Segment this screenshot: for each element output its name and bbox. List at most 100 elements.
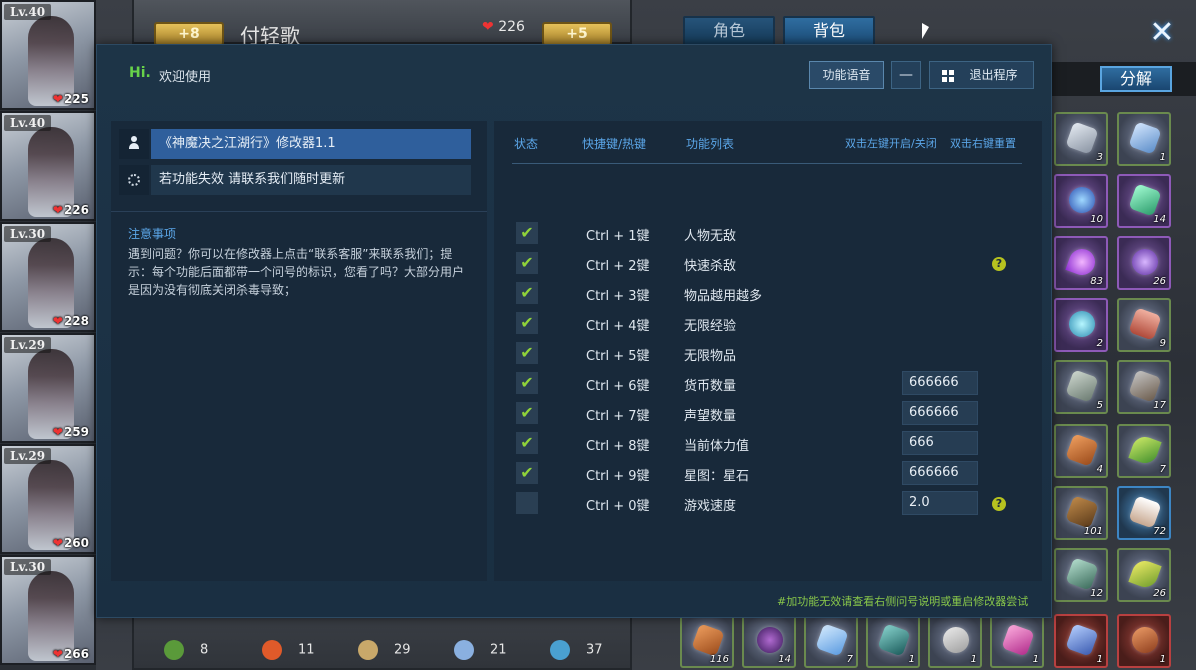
logs-icon xyxy=(1065,369,1099,403)
flower-icon xyxy=(1128,557,1162,591)
loading-icon xyxy=(128,174,140,186)
inventory-slot[interactable]: 12 xyxy=(1054,548,1108,602)
feature-row[interactable]: ✔ Ctrl + 8键 当前体力值 666 xyxy=(494,429,1042,459)
character-banner: +8 付轻歌 ❤ 226 +5 xyxy=(132,0,632,48)
feature-name: 游戏速度 xyxy=(684,499,737,514)
character-card[interactable]: Lv.30 ❤266 xyxy=(0,555,96,665)
feature-row[interactable]: ✔ Ctrl + 1键 人物无敌 xyxy=(494,219,1042,249)
feature-row[interactable]: ✔ Ctrl + 2键 快速杀敌? xyxy=(494,249,1042,279)
feature-row[interactable]: ✔ Ctrl + 9键 星图：星石 666666 xyxy=(494,459,1042,489)
checkbox-checked[interactable]: ✔ xyxy=(516,342,538,364)
feature-name: 物品越用越多 xyxy=(684,289,763,304)
inventory-slot[interactable]: 7 xyxy=(804,614,858,668)
checkmark-icon: ✔ xyxy=(520,403,534,422)
feature-value-input[interactable]: 666666 xyxy=(902,461,978,485)
inventory-slot[interactable]: 10 xyxy=(1054,174,1108,228)
checkmark-icon: ✔ xyxy=(520,343,534,362)
character-level: Lv.30 xyxy=(4,559,52,575)
inventory-slot[interactable]: 1 xyxy=(1117,112,1171,166)
inventory-slot[interactable]: 1 xyxy=(1054,614,1108,668)
checkbox-checked[interactable]: ✔ xyxy=(516,312,538,334)
character-card[interactable]: Lv.40 ❤226 xyxy=(0,111,96,221)
checkbox-checked[interactable]: ✔ xyxy=(516,222,538,244)
tab-role[interactable]: 角色 xyxy=(683,16,775,46)
update-notice-row[interactable]: 若功能失效 请联系我们随时更新 xyxy=(119,165,471,195)
help-icon[interactable]: ? xyxy=(992,497,1006,511)
character-card[interactable]: Lv.30 ❤228 xyxy=(0,222,96,332)
feature-row[interactable]: ✔ Ctrl + 7键 声望数量 666666 xyxy=(494,399,1042,429)
inventory-slot[interactable]: 1 xyxy=(1117,614,1171,668)
checkbox-checked[interactable]: ✔ xyxy=(516,252,538,274)
checkbox-checked[interactable]: ✔ xyxy=(516,462,538,484)
checkmark-icon: ✔ xyxy=(520,253,534,272)
feature-value-input[interactable]: 2.0 xyxy=(902,491,978,515)
voice-button[interactable]: 功能语音 xyxy=(809,61,884,89)
minimize-button[interactable]: — xyxy=(891,61,921,89)
feature-value-input[interactable]: 666 xyxy=(902,431,978,455)
inventory-slot[interactable]: 4 xyxy=(1054,424,1108,478)
plank-icon xyxy=(1065,495,1099,529)
herb-resource-icon xyxy=(164,640,184,660)
checkbox-checked[interactable]: ✔ xyxy=(516,282,538,304)
inventory-slot[interactable]: 7 xyxy=(1117,424,1171,478)
stone-icon xyxy=(939,623,973,657)
inventory-slot[interactable]: 1 xyxy=(928,614,982,668)
feature-value-input[interactable]: 666666 xyxy=(902,401,978,425)
help-icon[interactable]: ? xyxy=(992,257,1006,271)
header-divider xyxy=(512,163,1022,164)
inventory-slot[interactable]: 116 xyxy=(680,614,734,668)
character-level: Lv.30 xyxy=(4,226,52,242)
character-card[interactable]: Lv.29 ❤260 xyxy=(0,444,96,554)
feature-name: 快速杀敌 xyxy=(684,259,737,274)
close-icon[interactable]: ✕ xyxy=(1146,18,1178,50)
character-hp: ❤226 xyxy=(52,203,89,217)
ice-resource-icon xyxy=(454,640,474,660)
heart-icon: ❤ xyxy=(52,92,63,106)
feature-row[interactable]: ✔ Ctrl + 4键 无限经验 xyxy=(494,309,1042,339)
checkbox-checked[interactable]: ✔ xyxy=(516,402,538,424)
inventory-slot[interactable]: 1 xyxy=(866,614,920,668)
windows-icon xyxy=(942,70,954,82)
inventory-slot[interactable]: 26 xyxy=(1117,548,1171,602)
resource-item: 29 xyxy=(358,640,411,660)
feature-hotkey: Ctrl + 0键 xyxy=(586,499,650,514)
herb-icon xyxy=(1128,433,1162,467)
decompose-button[interactable]: 分解 xyxy=(1100,66,1172,92)
feature-row[interactable]: ✔ Ctrl + 6键 货币数量 666666 xyxy=(494,369,1042,399)
feature-row[interactable]: ✔ Ctrl + 3键 物品越用越多 xyxy=(494,279,1042,309)
character-level: Lv.40 xyxy=(4,4,52,20)
mask-icon xyxy=(1065,557,1099,591)
inventory-slot[interactable]: 17 xyxy=(1117,360,1171,414)
feature-row[interactable]: ✔ Ctrl + 5键 无限物品 xyxy=(494,339,1042,369)
inventory-slot[interactable]: 101 xyxy=(1054,486,1108,540)
tab-bag[interactable]: 背包 xyxy=(783,16,875,46)
checkbox-checked[interactable]: ✔ xyxy=(516,432,538,454)
footer-hint: #加功能无效请查看右侧问号说明或重启修改器尝试 xyxy=(777,595,1029,608)
feature-name: 无限经验 xyxy=(684,319,737,334)
inventory-slot[interactable]: 83 xyxy=(1054,236,1108,290)
inventory-slot[interactable]: 72 xyxy=(1117,486,1171,540)
cyan-orb-icon xyxy=(1065,307,1099,341)
inventory-slot[interactable]: 5 xyxy=(1054,360,1108,414)
enhance-badge[interactable]: +5 xyxy=(542,22,612,46)
feature-name: 无限物品 xyxy=(684,349,737,364)
enhance-badge[interactable]: +8 xyxy=(154,22,224,46)
heart-icon: ❤ xyxy=(52,536,63,550)
inventory-slot[interactable]: 1 xyxy=(990,614,1044,668)
inventory-slot[interactable]: 9 xyxy=(1117,298,1171,352)
exit-button[interactable]: 退出程序 xyxy=(929,61,1034,89)
inventory-slot[interactable]: 14 xyxy=(1117,174,1171,228)
feature-name: 星图：星石 xyxy=(684,469,750,484)
trainer-title-row[interactable]: 《神魔决之江湖行》修改器1.1 xyxy=(119,129,471,159)
character-card[interactable]: Lv.29 ❤259 xyxy=(0,333,96,443)
jade-ingot-icon xyxy=(877,623,911,657)
character-card[interactable]: Lv.40 ❤225 xyxy=(0,0,96,110)
feature-row[interactable]: Ctrl + 0键 游戏速度 2.0? xyxy=(494,489,1042,519)
checkbox-unchecked[interactable] xyxy=(516,492,538,514)
checkbox-checked[interactable]: ✔ xyxy=(516,372,538,394)
feature-value-input[interactable]: 666666 xyxy=(902,371,978,395)
inventory-slot[interactable]: 14 xyxy=(742,614,796,668)
inventory-slot[interactable]: 2 xyxy=(1054,298,1108,352)
inventory-slot[interactable]: 3 xyxy=(1054,112,1108,166)
inventory-slot[interactable]: 26 xyxy=(1117,236,1171,290)
